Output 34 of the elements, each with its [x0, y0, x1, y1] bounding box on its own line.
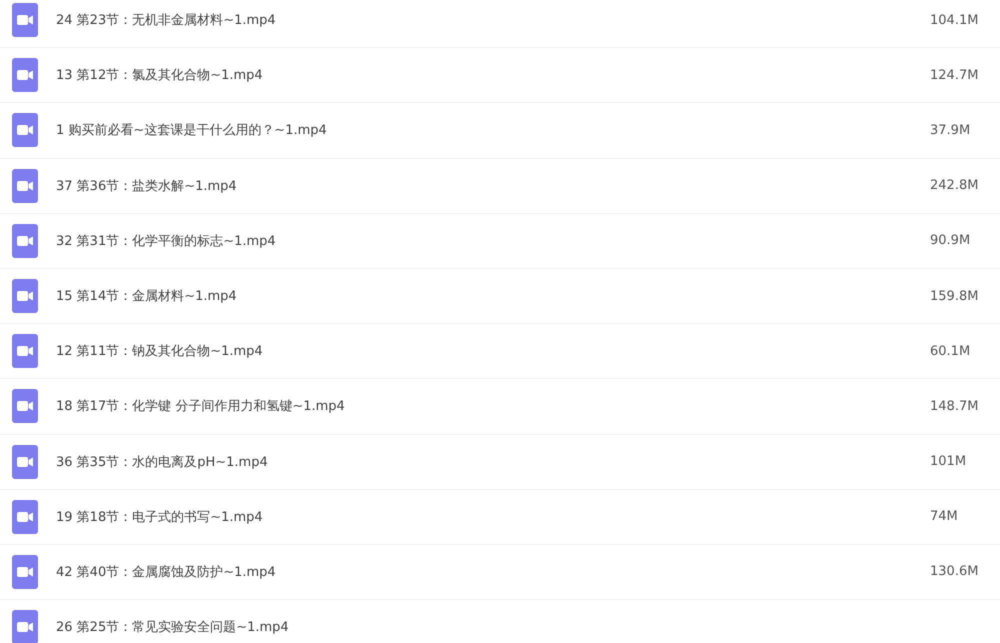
video-file-icon: [12, 389, 38, 424]
file-size: 159.8M: [930, 288, 980, 304]
file-size: 130.6M: [930, 564, 980, 580]
file-size: 60.1M: [930, 344, 972, 359]
file-size: 104.1M: [930, 12, 980, 28]
video-file-icon: [12, 113, 38, 148]
file-size: 101M: [930, 454, 968, 470]
video-file-icon: [12, 279, 38, 314]
file-size: 90.9M: [930, 233, 972, 248]
file-name[interactable]: 24 第23节：无机非金属材料~1.mp4: [56, 11, 930, 30]
video-file-icon: [12, 554, 38, 589]
video-file-icon: [12, 444, 38, 479]
file-size: 124.7M: [930, 68, 980, 83]
file-name[interactable]: 15 第14节：金属材料~1.mp4: [56, 287, 930, 306]
file-size: 74M: [930, 509, 959, 524]
video-file-icon: [12, 224, 38, 258]
video-file-icon: [12, 168, 38, 203]
file-name[interactable]: 13 第12节：氯及其化合物~1.mp4: [56, 66, 930, 84]
file-name[interactable]: 32 第31节：化学平衡的标志~1.mp4: [56, 232, 930, 250]
file-size: 242.8M: [930, 178, 980, 194]
file-name[interactable]: 1 购买前必看~这套课是干什么用的？~1.mp4: [56, 121, 930, 140]
video-file-icon: [12, 58, 38, 92]
video-file-icon: [12, 3, 38, 38]
file-size: 148.7M: [930, 398, 980, 414]
file-name[interactable]: 26 第25节：常见实验安全问题~1.mp4: [56, 618, 930, 636]
file-name[interactable]: 37 第36节：盐类水解~1.mp4: [56, 176, 930, 195]
video-file-icon: [12, 500, 38, 534]
file-name[interactable]: 42 第40节：金属腐蚀及防护~1.mp4: [56, 562, 930, 581]
file-name[interactable]: 12 第11节：钠及其化合物~1.mp4: [56, 342, 930, 360]
file-name[interactable]: 19 第18节：电子式的书写~1.mp4: [56, 508, 930, 526]
file-name[interactable]: 18 第17节：化学键 分子间作用力和氢键~1.mp4: [56, 397, 930, 416]
file-name[interactable]: 36 第35节：水的电离及pH~1.mp4: [56, 452, 930, 471]
file-size: 37.9M: [930, 122, 972, 138]
video-file-icon: [12, 334, 38, 368]
